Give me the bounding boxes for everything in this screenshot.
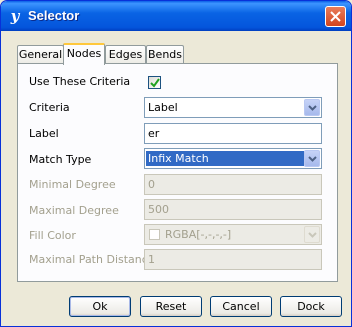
tab-general[interactable]: General	[17, 45, 64, 64]
match-type-select[interactable]: Infix Match	[144, 148, 322, 169]
label-input[interactable]: er	[144, 123, 322, 144]
criteria-label: Criteria	[29, 101, 70, 114]
use-criteria-checkbox[interactable]	[148, 76, 161, 89]
chevron-down-icon	[308, 232, 317, 238]
fill-color-value: RGBA[-,-,-,-]	[165, 228, 232, 241]
maximal-path-distance-input[interactable]: 1	[144, 249, 322, 270]
label-label: Label	[29, 127, 59, 140]
cancel-button[interactable]: Cancel	[210, 296, 272, 317]
close-icon	[330, 11, 341, 22]
close-button[interactable]	[325, 6, 346, 27]
fill-color-label: Fill Color	[29, 229, 76, 242]
maximal-degree-input[interactable]: 500	[144, 199, 322, 220]
title-bar[interactable]: y Selector	[1, 1, 351, 31]
selector-dialog: y Selector General Nodes Edges Bends Use…	[0, 0, 352, 327]
criteria-dropdown-button[interactable]	[304, 99, 320, 116]
minimal-degree-value: 0	[148, 178, 155, 191]
label-input-value: er	[148, 127, 160, 140]
tab-bends[interactable]: Bends	[146, 45, 184, 64]
minimal-degree-label: Minimal Degree	[29, 178, 116, 191]
match-type-value: Infix Match	[146, 151, 304, 166]
ok-button[interactable]: Ok	[69, 296, 131, 317]
criteria-select[interactable]: Label	[144, 97, 322, 118]
fill-color-select[interactable]: RGBA[-,-,-,-]	[144, 224, 322, 245]
fill-color-checkbox[interactable]	[149, 229, 160, 240]
minimal-degree-input[interactable]: 0	[144, 174, 322, 195]
reset-button[interactable]: Reset	[140, 296, 202, 317]
tab-nodes[interactable]: Nodes	[63, 43, 105, 65]
maximal-path-distance-value: 1	[148, 253, 155, 266]
match-type-dropdown-button[interactable]	[304, 150, 320, 167]
use-criteria-label: Use These Criteria	[29, 75, 131, 88]
tab-edges[interactable]: Edges	[105, 45, 146, 64]
maximal-degree-value: 500	[148, 203, 169, 216]
window-title: Selector	[28, 8, 80, 23]
maximal-path-distance-label: Maximal Path Distance	[29, 253, 155, 266]
yfiles-logo-icon: y	[10, 7, 20, 25]
maximal-degree-label: Maximal Degree	[29, 204, 119, 217]
criteria-value: Label	[148, 101, 178, 114]
chevron-down-icon	[308, 156, 317, 162]
dock-button[interactable]: Dock	[280, 296, 342, 317]
fill-color-dropdown-button[interactable]	[304, 226, 320, 243]
match-type-label: Match Type	[29, 153, 92, 166]
checkmark-icon	[150, 78, 160, 88]
chevron-down-icon	[308, 105, 317, 111]
